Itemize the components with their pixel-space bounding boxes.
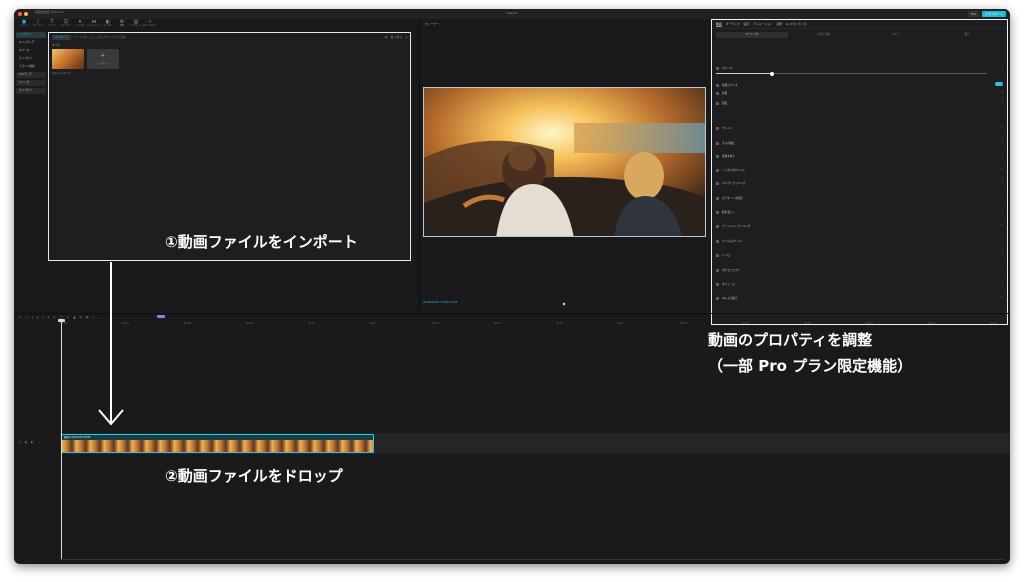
annotation-drop: ②動画ファイルをドロップ [165,467,343,485]
annotation-properties-note: （一部 Pro プラン限定機能） [708,357,913,375]
annotation-properties: 動画のプロパティを調整 [708,331,873,349]
annotation-arrow [98,262,124,426]
